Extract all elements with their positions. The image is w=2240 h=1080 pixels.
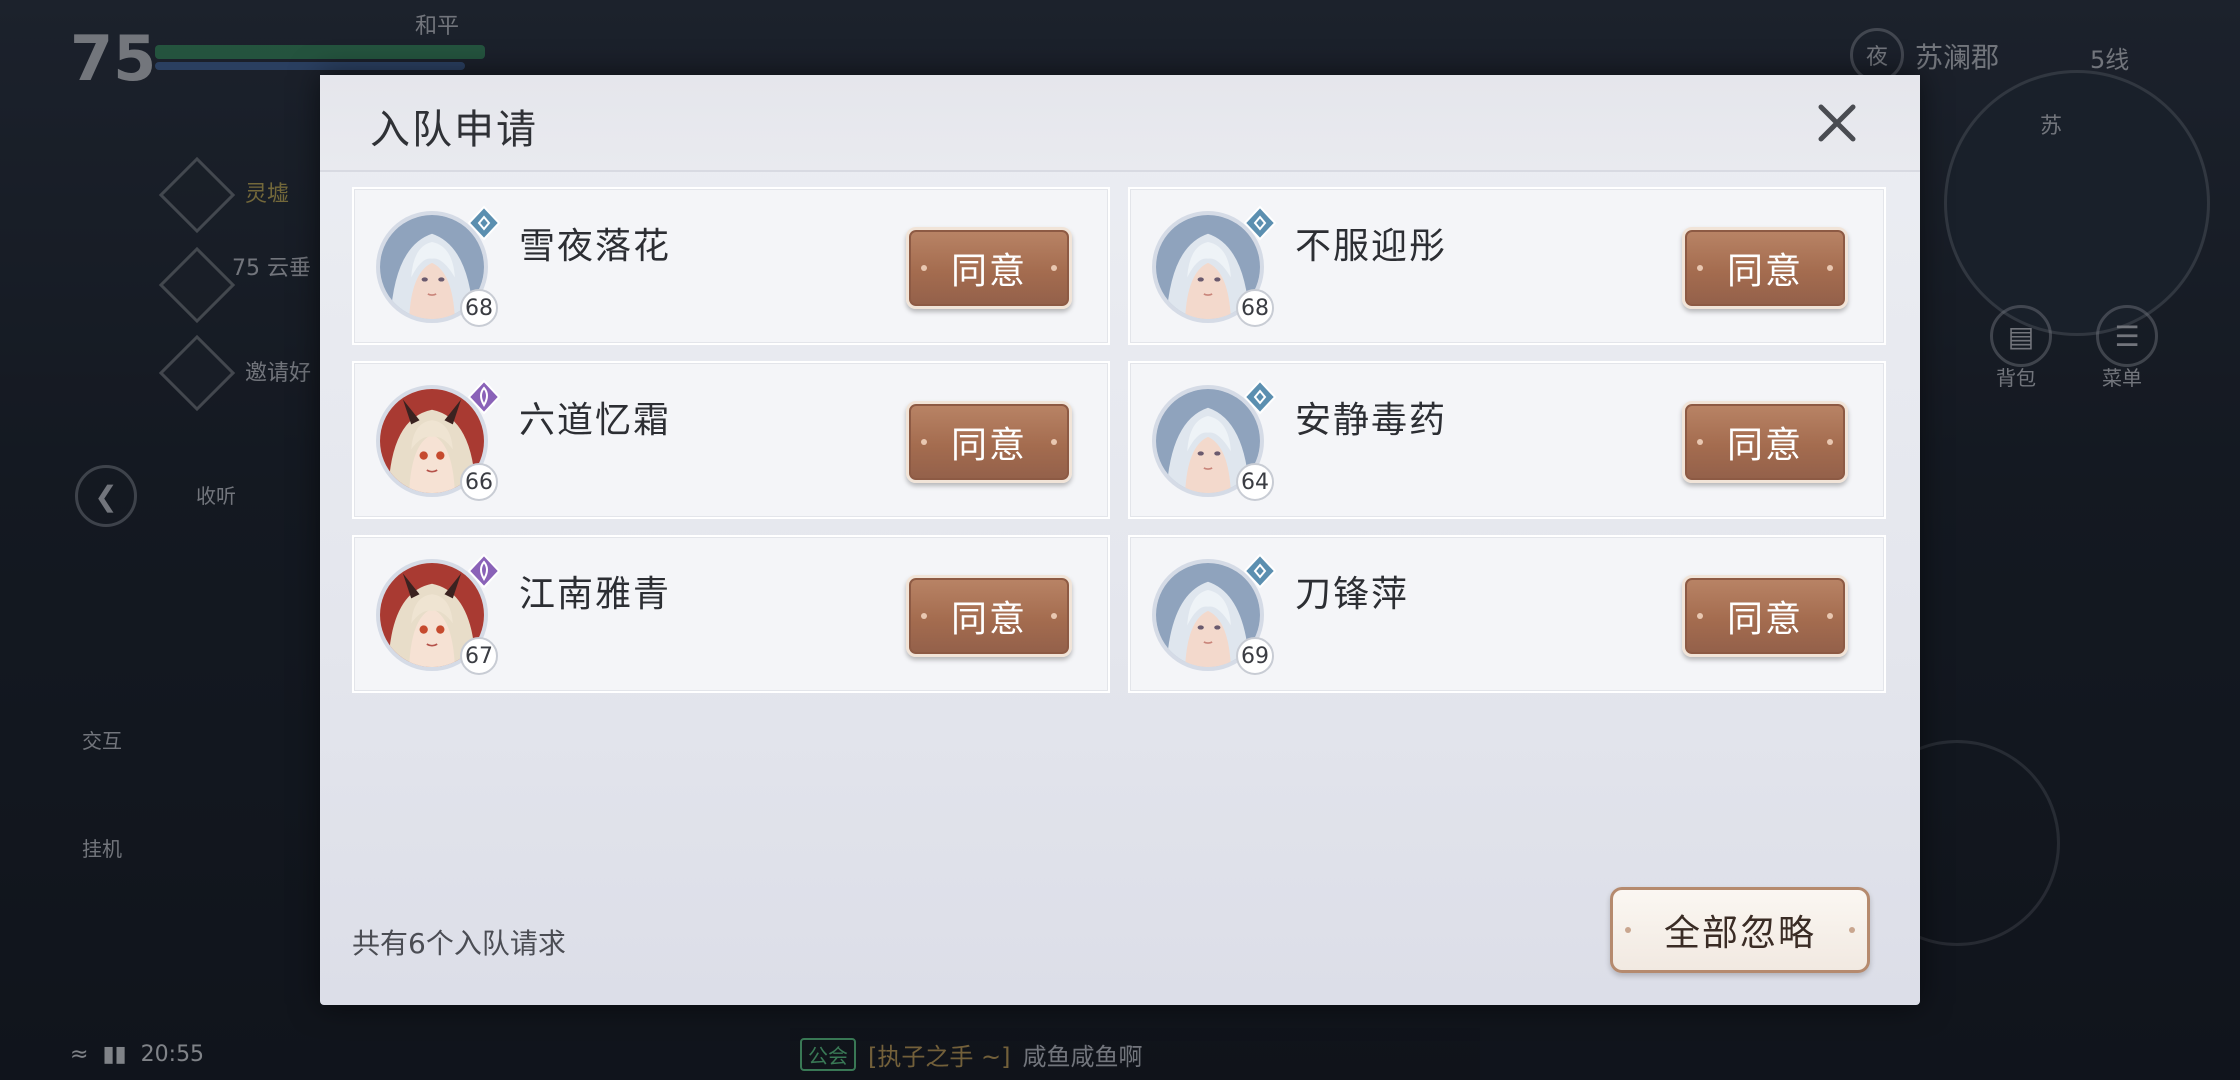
agree-button[interactable]: 同意 (1682, 575, 1848, 657)
player-level-badge: 69 (1236, 637, 1274, 675)
request-count: 共有6个入队请求 (352, 927, 566, 960)
dialog-header: 入队申请 (320, 75, 1920, 172)
class-blue-icon (1242, 379, 1278, 415)
request-card: 68 不服迎彤 同意 (1128, 187, 1886, 345)
player-name: 江南雅青 (519, 574, 672, 615)
player-level-badge: 64 (1236, 463, 1274, 501)
player-level-badge: 67 (460, 637, 498, 675)
player-name: 安静毒药 (1295, 400, 1448, 441)
class-blue-icon (466, 205, 502, 241)
request-card: 67 江南雅青 同意 (352, 535, 1110, 693)
ignore-all-button[interactable]: 全部忽略 (1610, 887, 1870, 973)
player-name: 雪夜落花 (519, 226, 672, 267)
player-level-badge: 66 (460, 463, 498, 501)
player-name: 六道忆霜 (519, 400, 672, 441)
close-icon (1818, 104, 1856, 142)
request-card: 64 安静毒药 同意 (1128, 361, 1886, 519)
request-card: 68 雪夜落花 同意 (352, 187, 1110, 345)
request-list: 68 雪夜落花 同意 68 不服迎彤 同意 66 六道忆霜 同意 64 安静毒药… (352, 187, 1888, 693)
player-level-badge: 68 (460, 289, 498, 327)
player-name: 刀锋萍 (1295, 574, 1410, 615)
agree-button[interactable]: 同意 (906, 575, 1072, 657)
class-purple-icon (466, 379, 502, 415)
class-purple-icon (466, 553, 502, 589)
agree-button[interactable]: 同意 (1682, 401, 1848, 483)
agree-button[interactable]: 同意 (906, 227, 1072, 309)
agree-button[interactable]: 同意 (906, 401, 1072, 483)
class-blue-icon (1242, 205, 1278, 241)
dialog-title: 入队申请 (370, 107, 538, 153)
close-button[interactable] (1809, 95, 1865, 151)
request-card: 69 刀锋萍 同意 (1128, 535, 1886, 693)
request-card: 66 六道忆霜 同意 (352, 361, 1110, 519)
player-name: 不服迎彤 (1295, 226, 1448, 267)
player-level-badge: 68 (1236, 289, 1274, 327)
team-request-dialog: 入队申请 68 雪夜落花 同意 68 不服迎彤 同意 66 六道忆霜 同意 64… (320, 75, 1920, 1005)
agree-button[interactable]: 同意 (1682, 227, 1848, 309)
class-blue-icon (1242, 553, 1278, 589)
